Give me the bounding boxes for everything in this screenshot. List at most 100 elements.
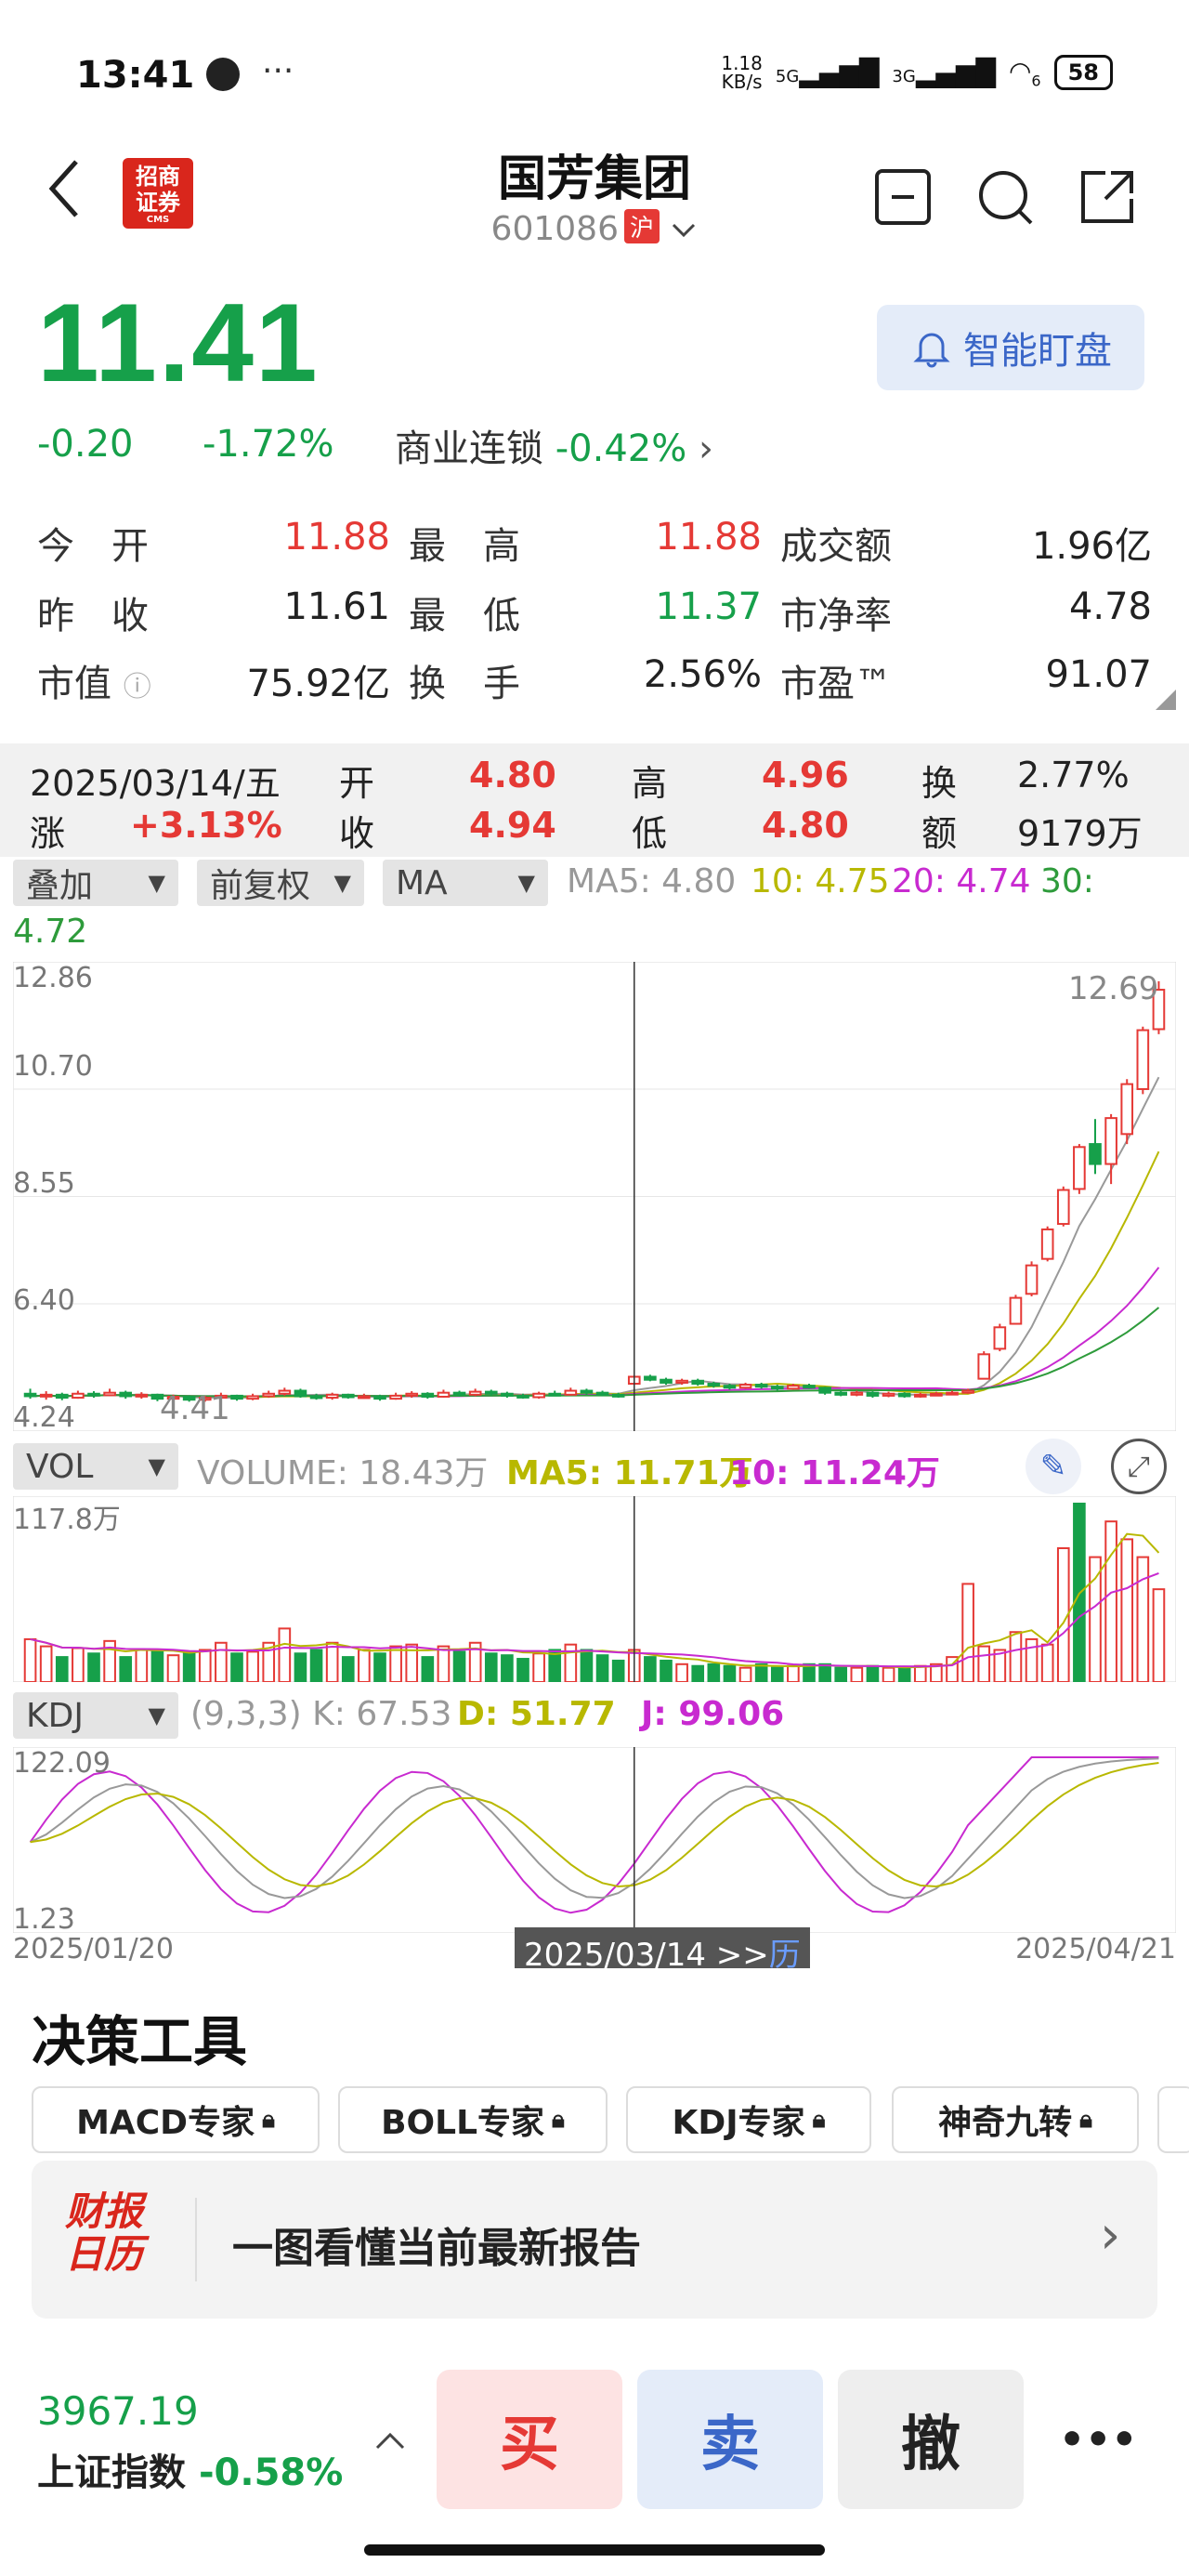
lock-icon: 🔒︎: [552, 2105, 565, 2134]
volume-bar: [897, 1666, 911, 1682]
vol-dropdown[interactable]: VOL ▼: [13, 1443, 178, 1490]
kdj-dropdown[interactable]: KDJ ▼: [13, 1692, 178, 1739]
search-icon[interactable]: [975, 167, 1035, 227]
price-axis-label: 12.86: [13, 962, 93, 994]
overlay-dropdown[interactable]: 叠加 ▼: [13, 860, 178, 906]
turnover-value: 2.56%: [643, 653, 762, 696]
candle: [913, 1393, 927, 1398]
chevron-up-icon[interactable]: [372, 2427, 409, 2451]
candle: [452, 1391, 466, 1396]
volume-chart[interactable]: [13, 1496, 1176, 1682]
smart-watch-button[interactable]: 智能盯盘: [877, 305, 1144, 390]
candle: [389, 1394, 402, 1400]
candle: [23, 1392, 37, 1398]
candle: [341, 1393, 355, 1399]
candle: [1040, 1228, 1054, 1260]
candle: [39, 1393, 53, 1398]
ma5-value: MA5: 4.80: [567, 862, 737, 900]
candle: [754, 1384, 768, 1388]
day-amount: 9179万: [1017, 813, 1143, 854]
exchange-badge: 沪: [623, 209, 660, 243]
kdj-chart[interactable]: [13, 1747, 1176, 1933]
volume-bar: [595, 1654, 609, 1682]
volume-bar: [532, 1652, 545, 1682]
volume-bar: [484, 1652, 498, 1682]
macd-expert-button[interactable]: MACD专家 🔒︎: [32, 2086, 320, 2153]
minimize-icon[interactable]: [873, 167, 933, 227]
candle: [644, 1375, 657, 1381]
volume-bar: [564, 1643, 578, 1682]
sell-button[interactable]: 卖: [637, 2370, 823, 2509]
market-cap-label: 市值 ⓘ: [37, 663, 151, 705]
day-high: 4.96: [762, 755, 849, 795]
chevron-right-icon: ›: [1100, 2205, 1121, 2266]
candle: [262, 1392, 276, 1398]
candle: [421, 1392, 435, 1398]
candle: [405, 1392, 419, 1397]
candle: [135, 1393, 149, 1398]
low-label: 最 低: [409, 595, 520, 637]
candle: [516, 1394, 529, 1399]
fullscreen-icon[interactable]: ⤢: [1111, 1439, 1167, 1494]
share-icon[interactable]: [1078, 167, 1137, 227]
kdj-axis-bottom: 1.23: [13, 1903, 75, 1936]
volume-bar: [516, 1658, 529, 1682]
cursor-date[interactable]: 2025/03/14 >>历: [515, 1927, 810, 1974]
lock-icon: 🔒︎: [262, 2105, 275, 2134]
min-price-marker: 4.41: [160, 1390, 230, 1427]
volume-bar: [358, 1649, 371, 1682]
candlestick-chart[interactable]: [13, 962, 1176, 1431]
day-low: 4.80: [762, 805, 849, 846]
candle: [564, 1389, 578, 1396]
volume-bar: [215, 1641, 228, 1682]
report-calendar-logo: 财报 日历: [65, 2188, 144, 2277]
report-banner[interactable]: 财报 日历 一图看懂当前最新报告 ›: [32, 2161, 1157, 2319]
cancel-order-button[interactable]: 撤: [838, 2370, 1024, 2509]
candle: [882, 1392, 895, 1397]
day-open: 4.80: [469, 755, 556, 795]
boll-expert-button[interactable]: BOLL专家 🔒︎: [338, 2086, 608, 2153]
volume-bar: [230, 1652, 243, 1682]
expand-corner-icon[interactable]: [1156, 690, 1176, 710]
volume-bar: [452, 1650, 466, 1682]
volume-bar: [389, 1645, 402, 1682]
volume-bar: [198, 1649, 212, 1682]
more-tools-peek[interactable]: [1157, 2086, 1189, 2153]
volume-bar: [72, 1647, 85, 1682]
candle: [787, 1385, 800, 1390]
ma-dropdown[interactable]: MA ▼: [383, 860, 548, 906]
low-value: 11.37: [655, 585, 762, 628]
candle: [55, 1393, 69, 1400]
edit-icon[interactable]: ✎: [1026, 1439, 1081, 1494]
sector-link[interactable]: 商业连锁 -0.42% ›: [395, 418, 713, 472]
decision-tools-title: 决策工具: [32, 2010, 248, 2073]
kdj-expert-button[interactable]: KDJ专家 🔒︎: [626, 2086, 871, 2153]
more-menu-icon[interactable]: •••: [1059, 2416, 1137, 2464]
magic-nine-button[interactable]: 神奇九转 🔒︎: [892, 2086, 1139, 2153]
index-name[interactable]: 上证指数 -0.58%: [37, 2442, 343, 2496]
candle: [818, 1387, 831, 1394]
status-time: 13:41: [76, 54, 195, 97]
pb-label: 市净率: [780, 595, 892, 637]
day-high-label: 高: [632, 763, 668, 804]
adjust-dropdown[interactable]: 前复权 ▼: [197, 860, 364, 906]
volume-bar: [437, 1645, 451, 1682]
report-text: 一图看懂当前最新报告: [232, 2225, 641, 2272]
buy-button[interactable]: 买: [437, 2370, 622, 2509]
volume-bar: [39, 1645, 53, 1682]
pe-label: 市盈™: [780, 663, 892, 705]
candle: [961, 1389, 974, 1394]
price-axis-label: 6.40: [13, 1284, 75, 1317]
info-icon: ⓘ: [123, 671, 151, 703]
candle: [803, 1385, 816, 1389]
vol-ma5-value: MA5: 11.71万: [506, 1454, 753, 1492]
bell-icon: [913, 333, 950, 368]
home-indicator[interactable]: [364, 2544, 825, 2556]
volume-bar: [770, 1666, 784, 1682]
candle: [580, 1389, 594, 1394]
day-close-label: 收: [339, 813, 375, 854]
candle: [1056, 1189, 1070, 1226]
market-cap-value: 75.92亿: [246, 663, 390, 705]
index-value[interactable]: 3967.19: [37, 2388, 199, 2434]
more-status-icon: ···: [262, 52, 294, 90]
